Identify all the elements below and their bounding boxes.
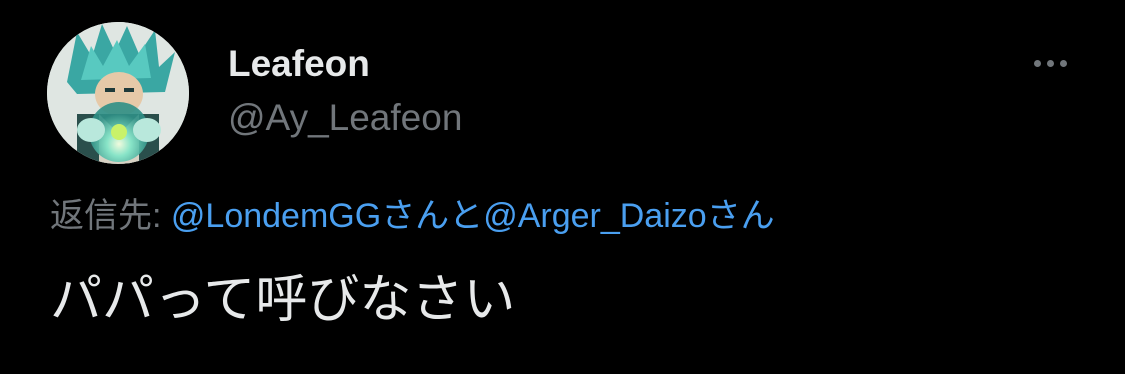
anime-character-avatar-icon <box>47 22 189 164</box>
more-options-icon <box>1059 59 1067 67</box>
replying-to: 返信先: @LondemGGさんと@Arger_Daizoさん <box>50 194 775 238</box>
user-handle[interactable]: @Ay_Leafeon <box>228 96 462 140</box>
avatar[interactable] <box>47 22 189 164</box>
display-name[interactable]: Leafeon <box>228 42 370 86</box>
mention-link[interactable]: @LondemGG <box>171 197 381 235</box>
mention-suffix: さん <box>706 197 775 235</box>
tweet[interactable]: Leafeon @Ay_Leafeon 返信先: @LondemGGさんと@Ar… <box>0 0 1125 374</box>
more-options-icon <box>1046 59 1054 67</box>
more-options-button[interactable] <box>1024 50 1076 76</box>
tweet-text: パパって呼びなさい <box>50 271 516 329</box>
replying-to-prefix: 返信先: <box>50 197 171 235</box>
more-options-icon <box>1033 59 1041 67</box>
mention-link[interactable]: @Arger_Daizo <box>483 197 707 235</box>
mention-suffix: さんと <box>381 197 484 235</box>
